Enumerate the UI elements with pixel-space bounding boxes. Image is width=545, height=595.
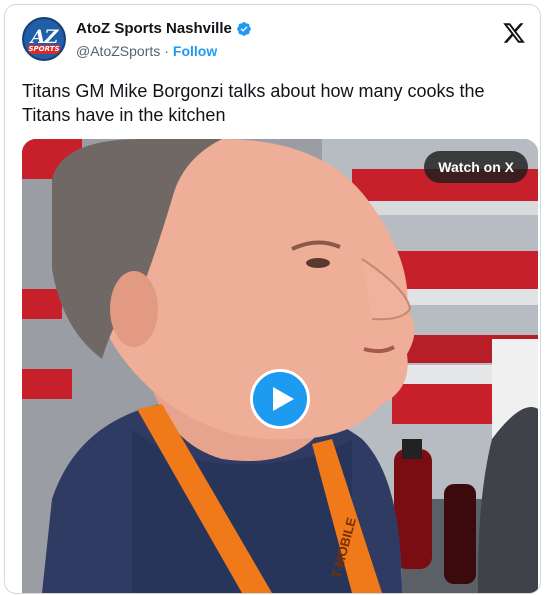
avatar[interactable]: AZ SPORTS [22,17,66,61]
tweet-header: AZ SPORTS AtoZ Sports Nashville @AtoZSpo… [22,17,528,65]
handle-row: @AtoZSports · Follow [76,43,217,59]
video-frame: T-MOBILE [22,139,538,593]
tweet-card[interactable]: AZ SPORTS AtoZ Sports Nashville @AtoZSpo… [4,4,541,594]
watch-on-x-button[interactable]: Watch on X [424,151,528,183]
display-name[interactable]: AtoZ Sports Nashville [76,20,232,37]
tweet-text: Titans GM Mike Borgonzi talks about how … [22,81,485,125]
play-icon [273,387,294,411]
handle[interactable]: @AtoZSports [76,43,160,59]
play-button[interactable] [250,369,310,429]
follow-link[interactable]: Follow [173,43,217,59]
verified-badge-icon [237,21,251,36]
x-logo-icon[interactable] [502,21,526,45]
name-row: AtoZ Sports Nashville [76,20,252,37]
separator: · [164,43,169,59]
avatar-logo-subtext: SPORTS [28,45,60,54]
video-player[interactable]: T-MOBILE Watch on X [22,139,538,593]
